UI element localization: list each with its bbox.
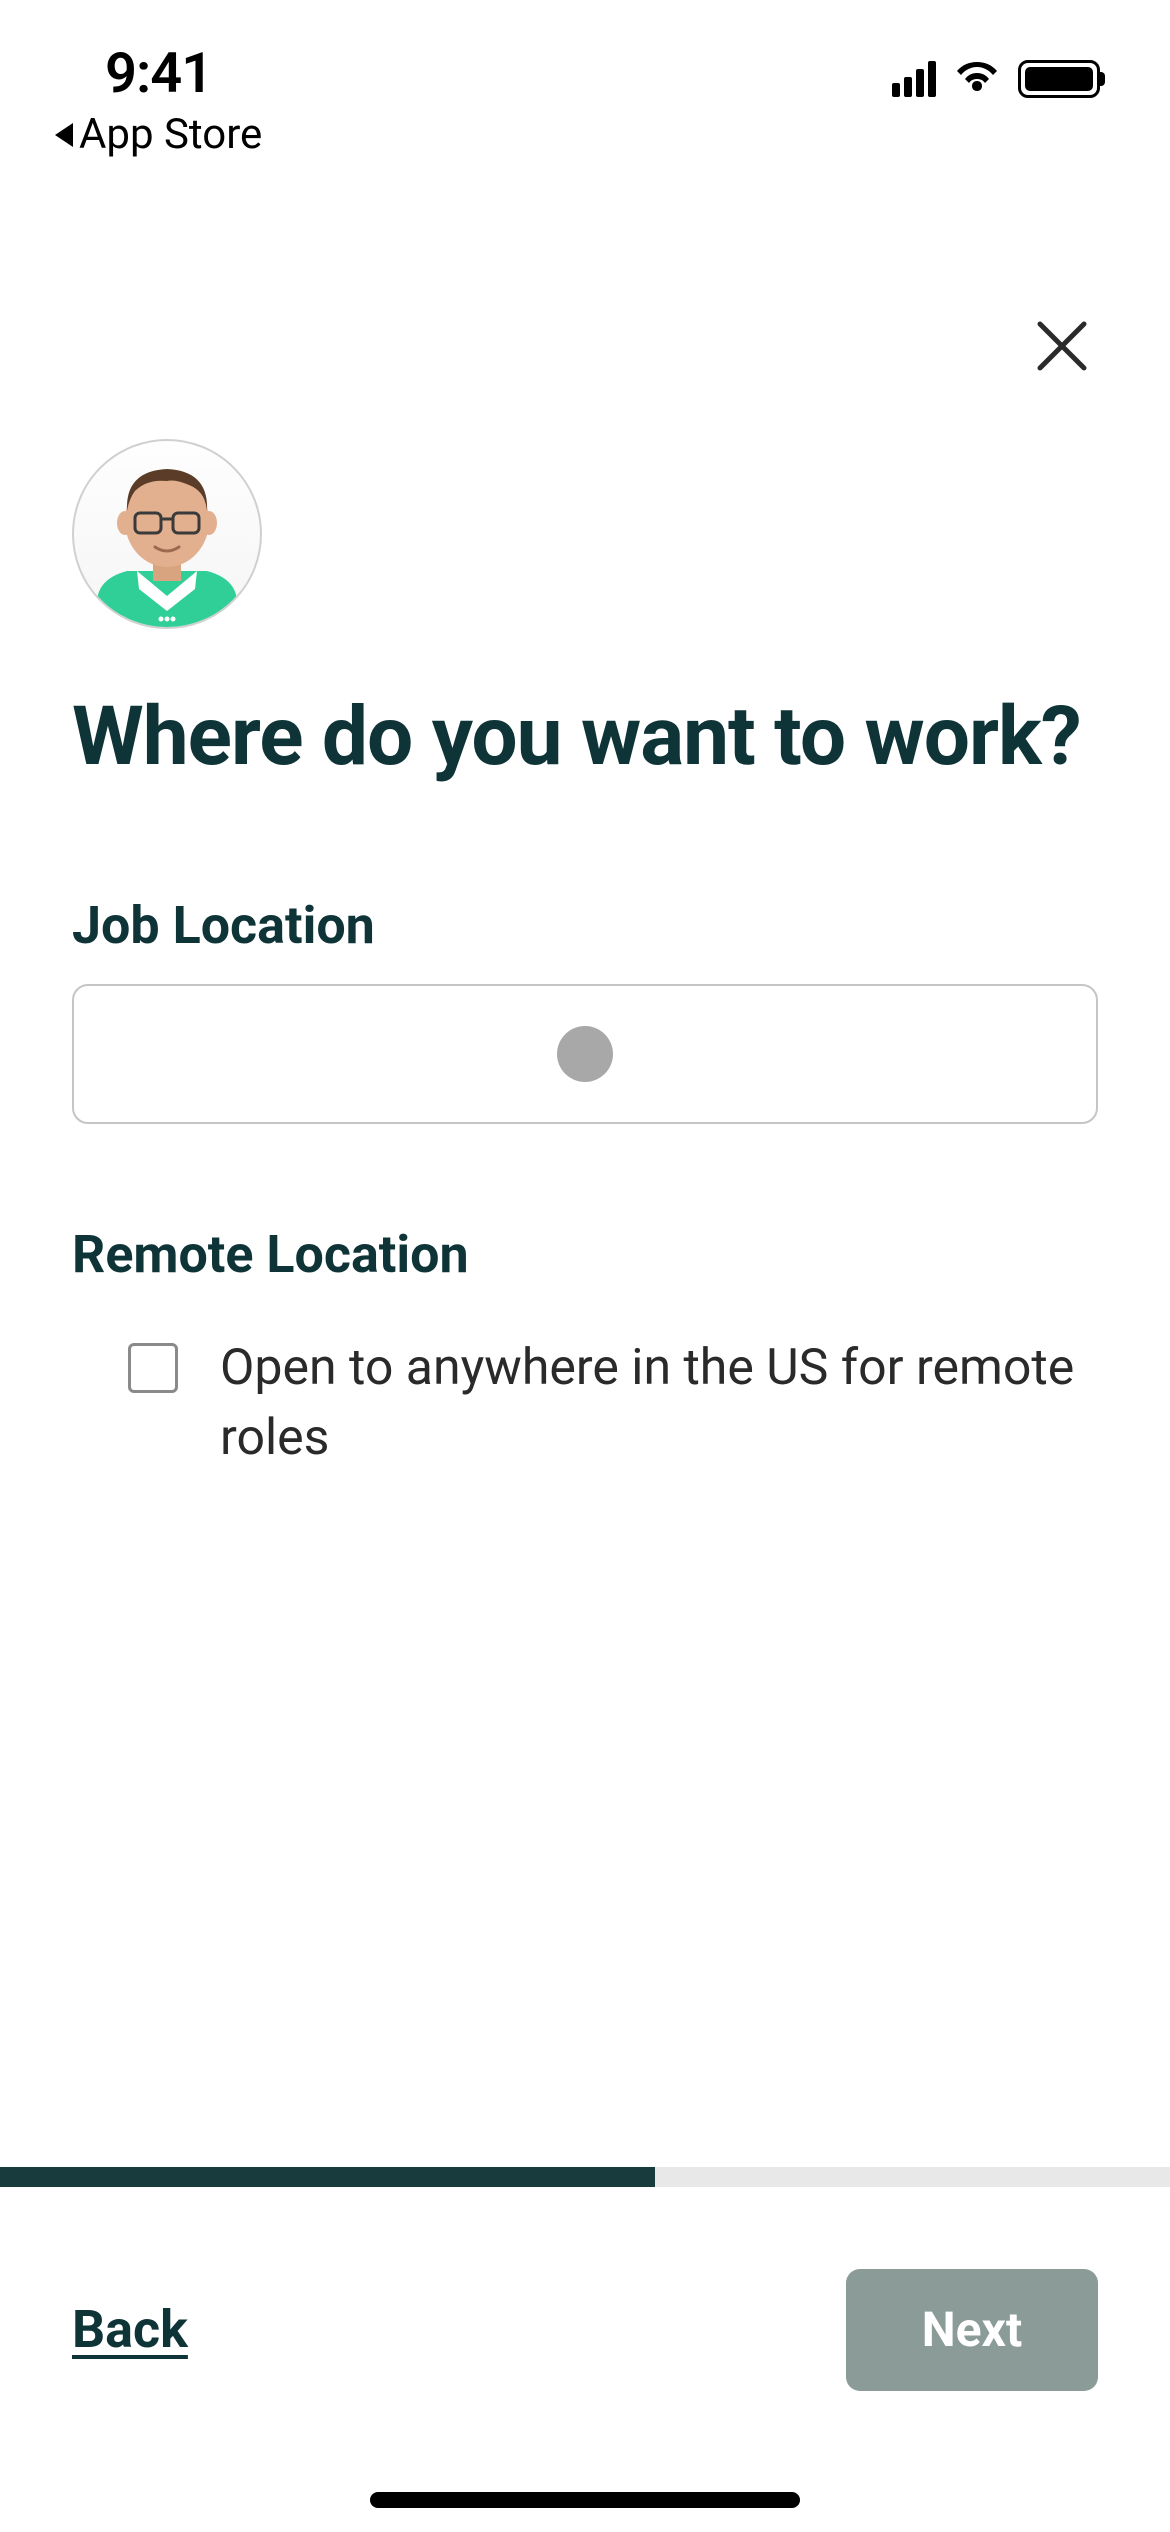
user-avatar xyxy=(72,439,262,629)
progress-track xyxy=(0,2167,1170,2187)
back-to-app-label: App Store xyxy=(79,110,262,159)
remote-checkbox-row[interactable]: Open to anywhere in the US for remote ro… xyxy=(128,1333,1098,1473)
avatar-container xyxy=(72,439,1170,629)
remote-checkbox-label: Open to anywhere in the US for remote ro… xyxy=(220,1333,1098,1473)
home-indicator[interactable] xyxy=(370,2492,800,2508)
close-icon xyxy=(1036,320,1088,372)
job-location-input[interactable] xyxy=(72,984,1098,1124)
battery-icon xyxy=(1018,60,1100,98)
status-icons xyxy=(892,40,1100,98)
next-button[interactable]: Next xyxy=(846,2269,1098,2391)
back-to-app-store[interactable]: App Store xyxy=(0,110,1170,159)
remote-checkbox[interactable] xyxy=(128,1343,178,1393)
back-triangle-icon xyxy=(55,123,73,147)
page-title: Where do you want to work? xyxy=(72,689,1098,785)
back-button[interactable]: Back xyxy=(72,2299,188,2360)
cellular-signal-icon xyxy=(892,61,936,97)
remote-location-label: Remote Location xyxy=(72,1224,1098,1285)
footer-nav: Back Next xyxy=(0,2187,1170,2532)
close-button[interactable] xyxy=(1026,310,1098,382)
job-location-label: Job Location xyxy=(72,895,1098,956)
status-time: 9:41 xyxy=(105,40,212,106)
progress-fill xyxy=(0,2167,655,2187)
loading-spinner-icon xyxy=(557,1026,613,1082)
wifi-icon xyxy=(954,62,1000,96)
